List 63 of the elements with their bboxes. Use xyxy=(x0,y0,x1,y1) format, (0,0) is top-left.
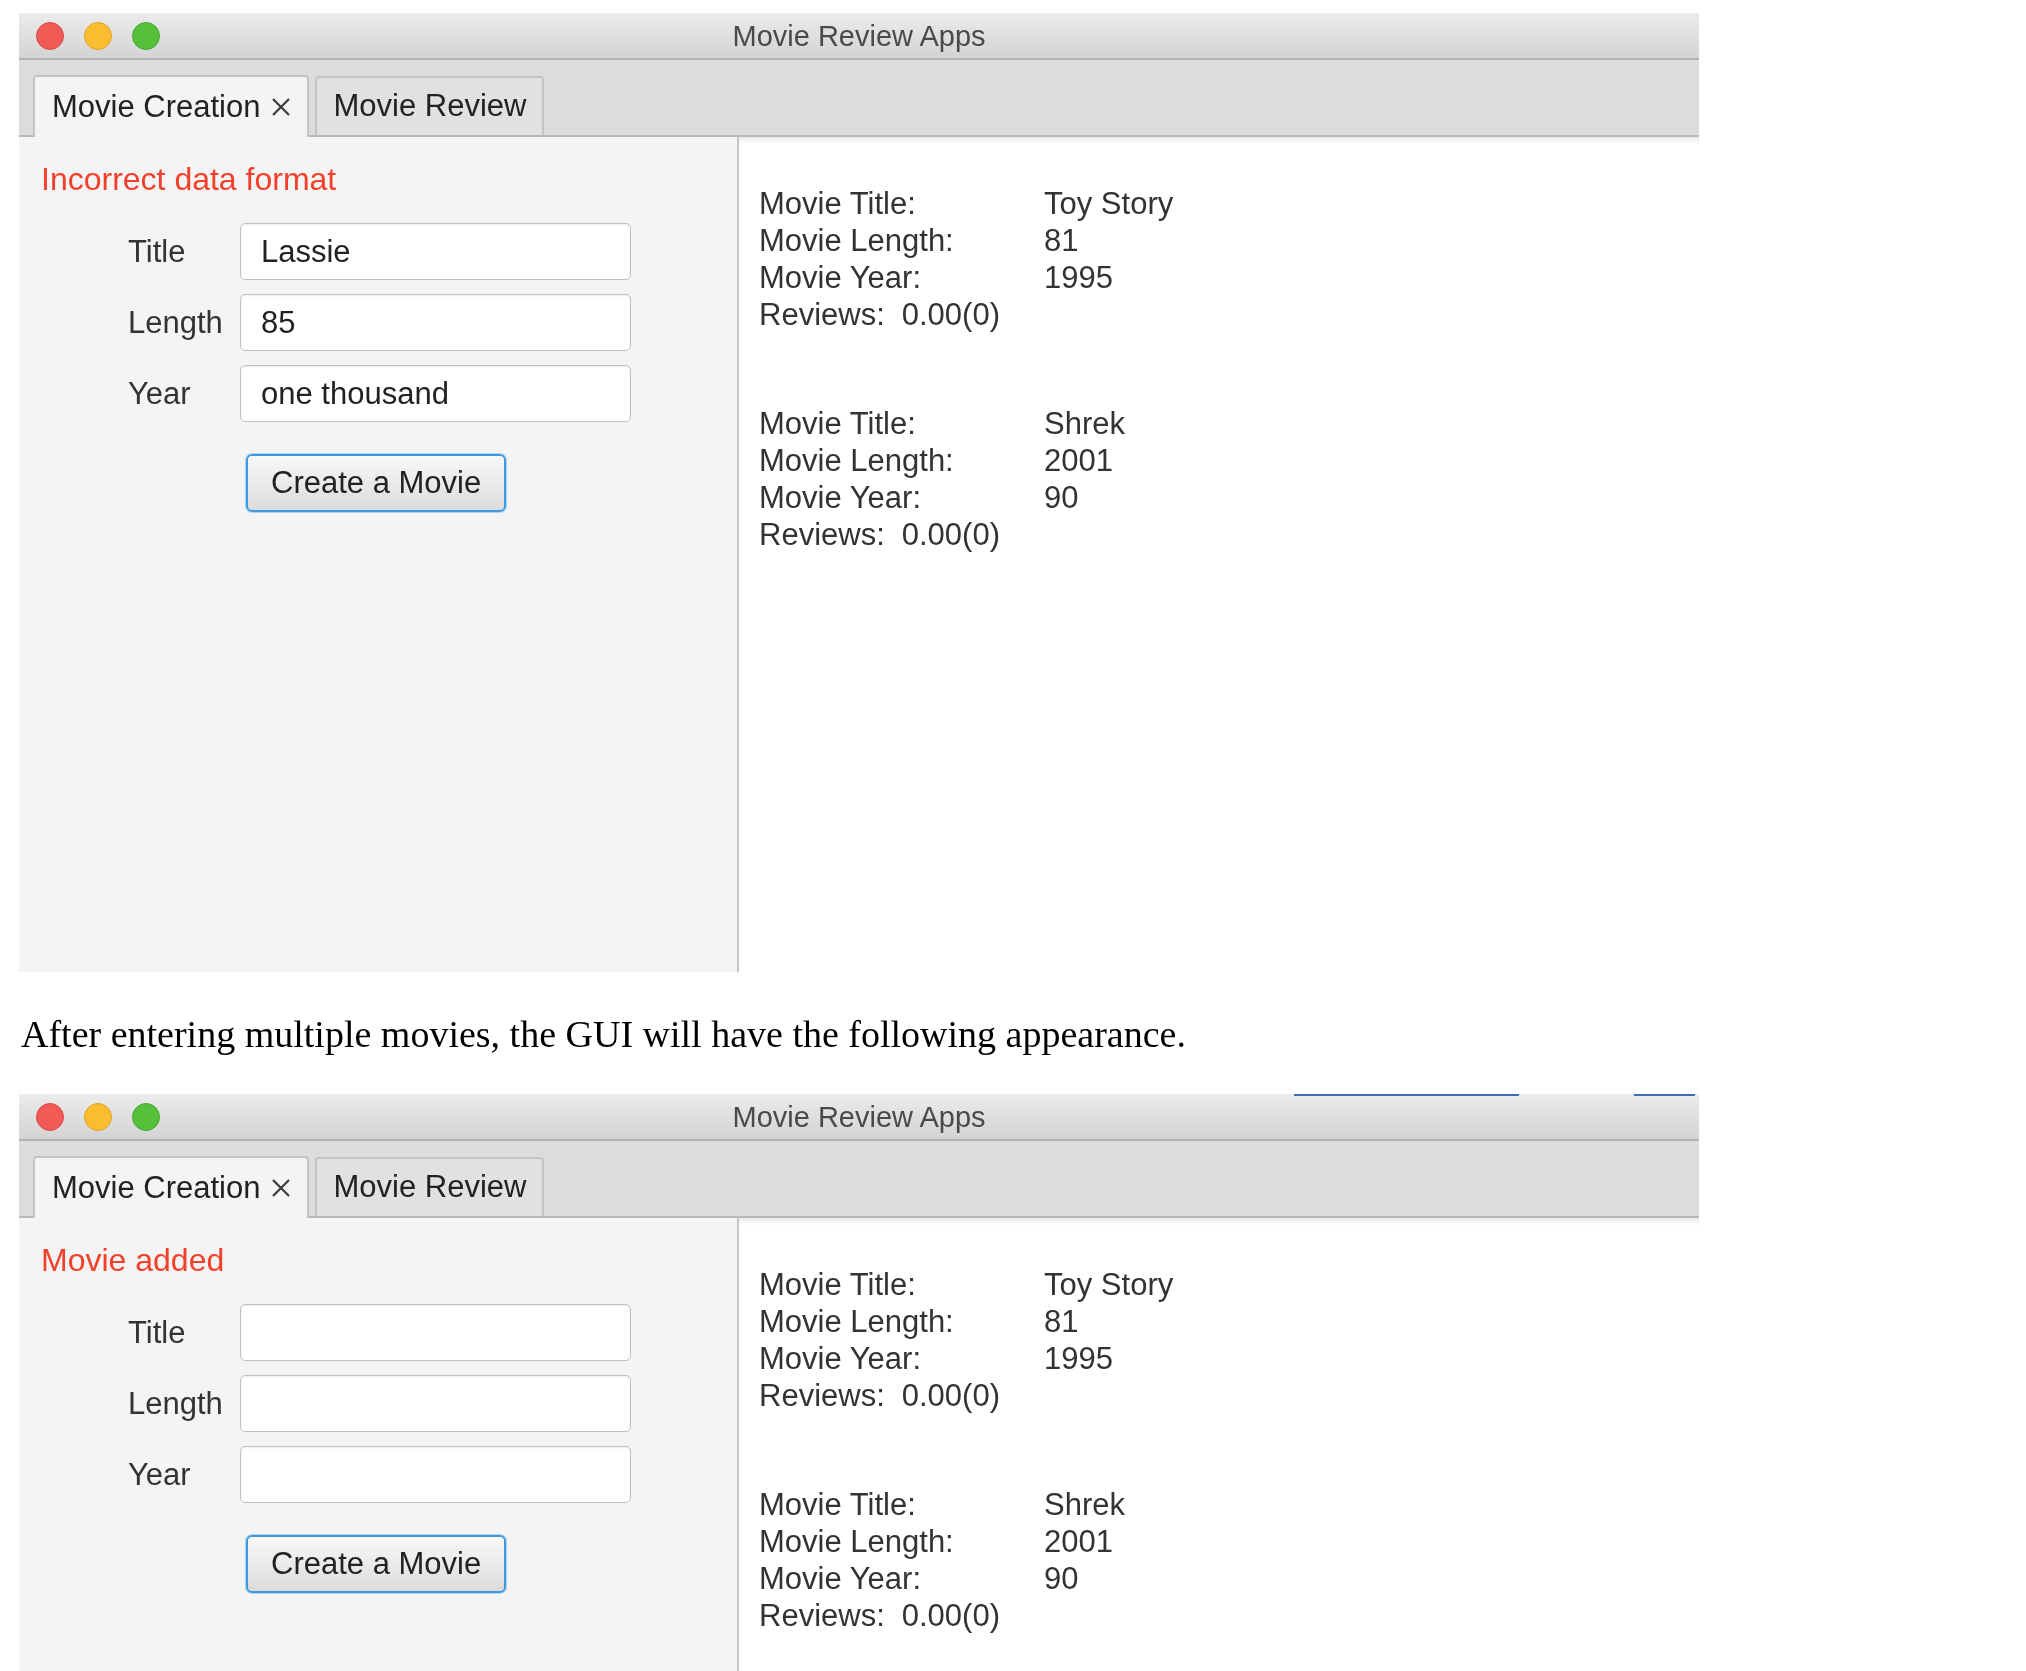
detail-value: Shrek xyxy=(1044,405,1125,442)
window-title: Movie Review Apps xyxy=(732,18,986,53)
close-icon[interactable] xyxy=(272,1179,291,1197)
field-label: Title xyxy=(128,233,186,270)
detail-value: 90 xyxy=(1044,1560,1079,1597)
detail-label: Movie Year: xyxy=(759,1340,921,1377)
detail-label: Movie Year: xyxy=(759,1560,921,1597)
create-movie-button[interactable]: Create a Movie xyxy=(246,1535,507,1593)
field-label: Title xyxy=(128,1314,186,1351)
detail-value: 1995 xyxy=(1044,259,1113,296)
text-field[interactable]: 85 xyxy=(240,294,631,351)
reviews-value: 0.00(0) xyxy=(901,516,1000,553)
detail-label: Movie Length: xyxy=(759,222,954,259)
detail-label: Movie Length: xyxy=(759,1303,954,1340)
maximize-button[interactable] xyxy=(132,21,160,50)
minimize-button[interactable] xyxy=(84,1102,112,1131)
tab[interactable]: Movie Creation xyxy=(33,75,310,137)
detail-value: Toy Story xyxy=(1044,185,1174,222)
field-label: Length xyxy=(128,304,223,341)
detail-label: Movie Title: xyxy=(759,1266,916,1303)
tab[interactable]: Movie Creation xyxy=(33,1156,310,1218)
close-icon[interactable] xyxy=(272,98,291,116)
detail-value: Toy Story xyxy=(1044,1266,1174,1303)
close-button[interactable] xyxy=(36,21,64,50)
detail-label: Movie Title: xyxy=(759,1486,916,1523)
field-label: Length xyxy=(128,1385,223,1422)
detail-value: 90 xyxy=(1044,479,1079,516)
close-button[interactable] xyxy=(36,1102,64,1131)
create-movie-button[interactable]: Create a Movie xyxy=(246,454,507,512)
field-label: Year xyxy=(128,375,191,412)
status-message: Incorrect data format xyxy=(41,161,337,198)
detail-label: Movie Title: xyxy=(759,185,916,222)
detail-label: Movie Year: xyxy=(759,259,921,296)
reviews-label: Reviews: xyxy=(759,1597,885,1634)
minimize-button[interactable] xyxy=(84,21,112,50)
detail-label: Movie Year: xyxy=(759,479,921,516)
reviews-value: 0.00(0) xyxy=(901,296,1000,333)
reviews-value: 0.00(0) xyxy=(901,1377,1000,1414)
detail-value: 81 xyxy=(1044,1303,1079,1340)
detail-label: Movie Length: xyxy=(759,1523,954,1560)
tab[interactable]: Movie Review xyxy=(315,76,545,135)
detail-label: Movie Title: xyxy=(759,405,916,442)
text-field[interactable]: Lassie xyxy=(240,223,631,280)
reviews-label: Reviews: xyxy=(759,1377,885,1414)
detail-value: 2001 xyxy=(1044,1523,1113,1560)
window-title: Movie Review Apps xyxy=(732,1099,986,1134)
detail-label: Movie Length: xyxy=(759,442,954,479)
text-field[interactable] xyxy=(240,1446,631,1503)
reviews-label: Reviews: xyxy=(759,516,885,553)
detail-value: Shrek xyxy=(1044,1486,1125,1523)
detail-value: 81 xyxy=(1044,222,1079,259)
tab[interactable]: Movie Review xyxy=(315,1157,545,1216)
detail-value: 2001 xyxy=(1044,442,1113,479)
caption-text: After entering multiple movies, the GUI will have the following appearance. xyxy=(21,1012,1186,1056)
text-field[interactable]: one thousand xyxy=(240,365,631,422)
reviews-value: 0.00(0) xyxy=(901,1597,1000,1634)
reviews-label: Reviews: xyxy=(759,296,885,333)
detail-value: 1995 xyxy=(1044,1340,1113,1377)
status-message: Movie added xyxy=(41,1242,225,1279)
field-label: Year xyxy=(128,1456,191,1493)
maximize-button[interactable] xyxy=(132,1102,160,1131)
text-field[interactable] xyxy=(240,1304,631,1361)
text-field[interactable] xyxy=(240,1375,631,1432)
